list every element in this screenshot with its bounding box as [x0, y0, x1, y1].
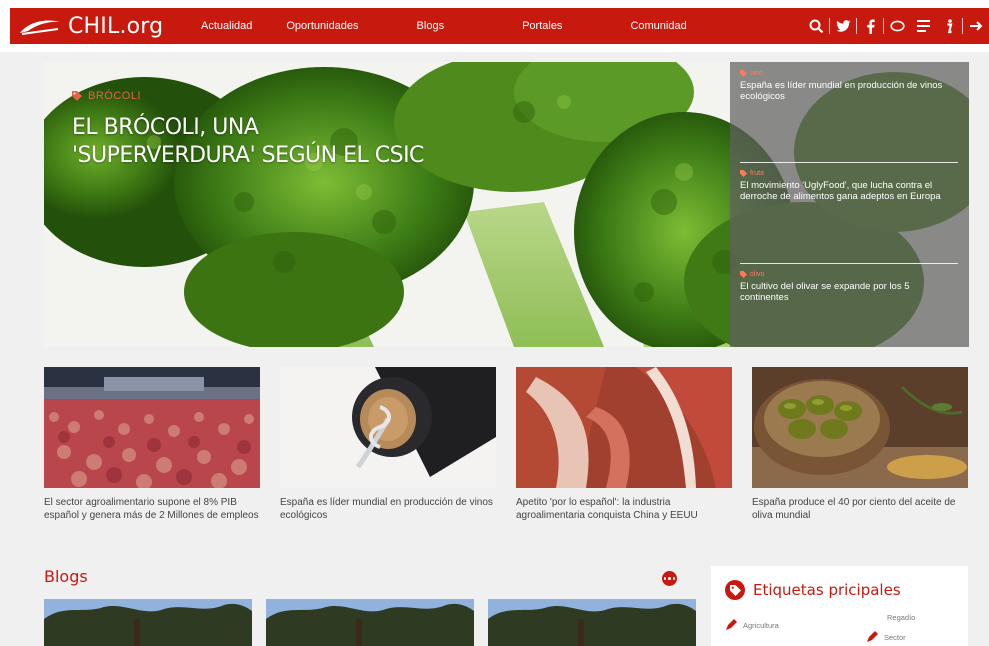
hero-category-tag[interactable]: BRÓCOLI — [72, 90, 141, 102]
blogs-section-title[interactable]: Blogs — [44, 567, 88, 586]
site-logo[interactable]: CHIL.org — [10, 8, 190, 44]
side-news-text[interactable]: España es líder mundial en producción de… — [740, 80, 960, 102]
tag-link-agricultura[interactable]: Agricultura — [725, 619, 779, 631]
tag-link-regadio[interactable]: Regadío — [887, 613, 915, 622]
divider — [740, 162, 958, 163]
logo-swoosh-icon — [20, 20, 60, 35]
side-news-tag[interactable]: fruta — [740, 170, 960, 177]
tag-icon — [740, 70, 747, 77]
news-card[interactable]: España produce el 40 por ciento del acei… — [752, 367, 968, 522]
hero-title-line-1: EL BRÓCOLI, UNA — [72, 115, 259, 140]
side-news-tag[interactable]: vino — [740, 70, 960, 77]
side-news-text[interactable]: El cultivo del olivar se expande por los… — [740, 281, 960, 303]
search-icon[interactable] — [803, 8, 829, 44]
chat-bubble-icon[interactable] — [884, 8, 910, 44]
tags-header: Etiquetas pricipales — [725, 580, 901, 600]
tag-link-label: Sector — [884, 632, 906, 642]
side-news-item[interactable]: vino España es líder mundial en producci… — [740, 70, 960, 102]
nav-bar: CHIL.org Actualidad Oportunidades Blogs … — [10, 8, 989, 44]
nav-links: Actualidad Oportunidades Blogs Portales … — [190, 8, 696, 44]
olives-bowl-image[interactable] — [752, 367, 968, 488]
main-tags-panel: Etiquetas pricipales Agricultura Regadío… — [711, 566, 968, 646]
news-card[interactable]: España es líder mundial en producción de… — [280, 367, 496, 522]
pencil-icon — [726, 619, 737, 630]
dot-icon — [663, 577, 667, 580]
side-news-panel: vino España es líder mundial en producci… — [730, 62, 969, 347]
tag-link-label: Agricultura — [743, 620, 779, 630]
menu-lines-icon[interactable] — [910, 8, 936, 44]
tag-icon — [72, 91, 82, 101]
nav-link-comunidad[interactable]: Comunidad — [621, 20, 695, 32]
news-card[interactable]: Apetito 'por lo español': la industria a… — [516, 367, 732, 522]
apples-warehouse-image[interactable] — [44, 367, 260, 488]
tag-link-sector[interactable]: Sector — [866, 631, 906, 643]
tag-icon — [740, 271, 747, 278]
tag-link-label: Regadío — [887, 613, 916, 622]
dot-icon — [672, 577, 676, 580]
logo-text: CHIL.org — [68, 13, 164, 39]
hero-tag-label: BRÓCOLI — [88, 90, 142, 102]
blog-thumbnail[interactable] — [488, 599, 696, 646]
blog-thumbnail[interactable] — [266, 599, 474, 646]
side-news-text[interactable]: El movimiento 'UglyFood', que lucha cont… — [740, 180, 960, 202]
side-news-tag-label: olivo — [750, 271, 765, 278]
login-arrow-icon[interactable] — [963, 8, 989, 44]
side-news-item[interactable]: olivo El cultivo del olivar se expande p… — [740, 271, 960, 303]
news-card[interactable]: El sector agroalimentario supone el 8% P… — [44, 367, 260, 522]
info-icon[interactable] — [936, 8, 962, 44]
side-news-item[interactable]: fruta El movimiento 'UglyFood', que luch… — [740, 170, 960, 202]
tag-icon — [740, 170, 747, 177]
news-card-caption[interactable]: Apetito 'por lo español': la industria a… — [516, 496, 732, 522]
nav-link-actualidad[interactable]: Actualidad — [192, 20, 261, 32]
top-navigation: CHIL.org Actualidad Oportunidades Blogs … — [0, 0, 989, 52]
page: CHIL.org Actualidad Oportunidades Blogs … — [0, 0, 989, 646]
news-card-caption[interactable]: España es líder mundial en producción de… — [280, 496, 496, 522]
tag-badge-icon — [725, 580, 745, 600]
tags-title: Etiquetas pricipales — [753, 581, 901, 599]
twitter-icon[interactable] — [830, 8, 856, 44]
news-card-caption[interactable]: El sector agroalimentario supone el 8% P… — [44, 496, 260, 522]
hero-title[interactable]: EL BRÓCOLI, UNA 'SUPERVERDURA' SEGÚN EL … — [72, 114, 472, 170]
hero-title-line-2: 'SUPERVERDURA' SEGÚN EL CSIC — [72, 143, 424, 168]
side-news-tag-label: vino — [750, 70, 763, 77]
nav-link-blogs[interactable]: Blogs — [408, 20, 454, 32]
pencil-icon — [867, 631, 878, 642]
cured-ham-image[interactable] — [516, 367, 732, 488]
side-news-tag-label: fruta — [750, 170, 765, 177]
nav-icons — [803, 8, 989, 44]
facebook-icon[interactable] — [857, 8, 883, 44]
news-card-caption[interactable]: España produce el 40 por ciento del acei… — [752, 496, 968, 522]
side-news-tag[interactable]: olivo — [740, 271, 960, 278]
divider — [740, 263, 958, 264]
nav-link-portales[interactable]: Portales — [513, 20, 571, 32]
blog-thumbnail[interactable] — [44, 599, 252, 646]
nav-link-oportunidades[interactable]: Oportunidades — [277, 20, 367, 32]
wine-corkscrew-image[interactable] — [280, 367, 496, 488]
more-options-button[interactable] — [662, 571, 677, 586]
dot-icon — [668, 577, 671, 580]
